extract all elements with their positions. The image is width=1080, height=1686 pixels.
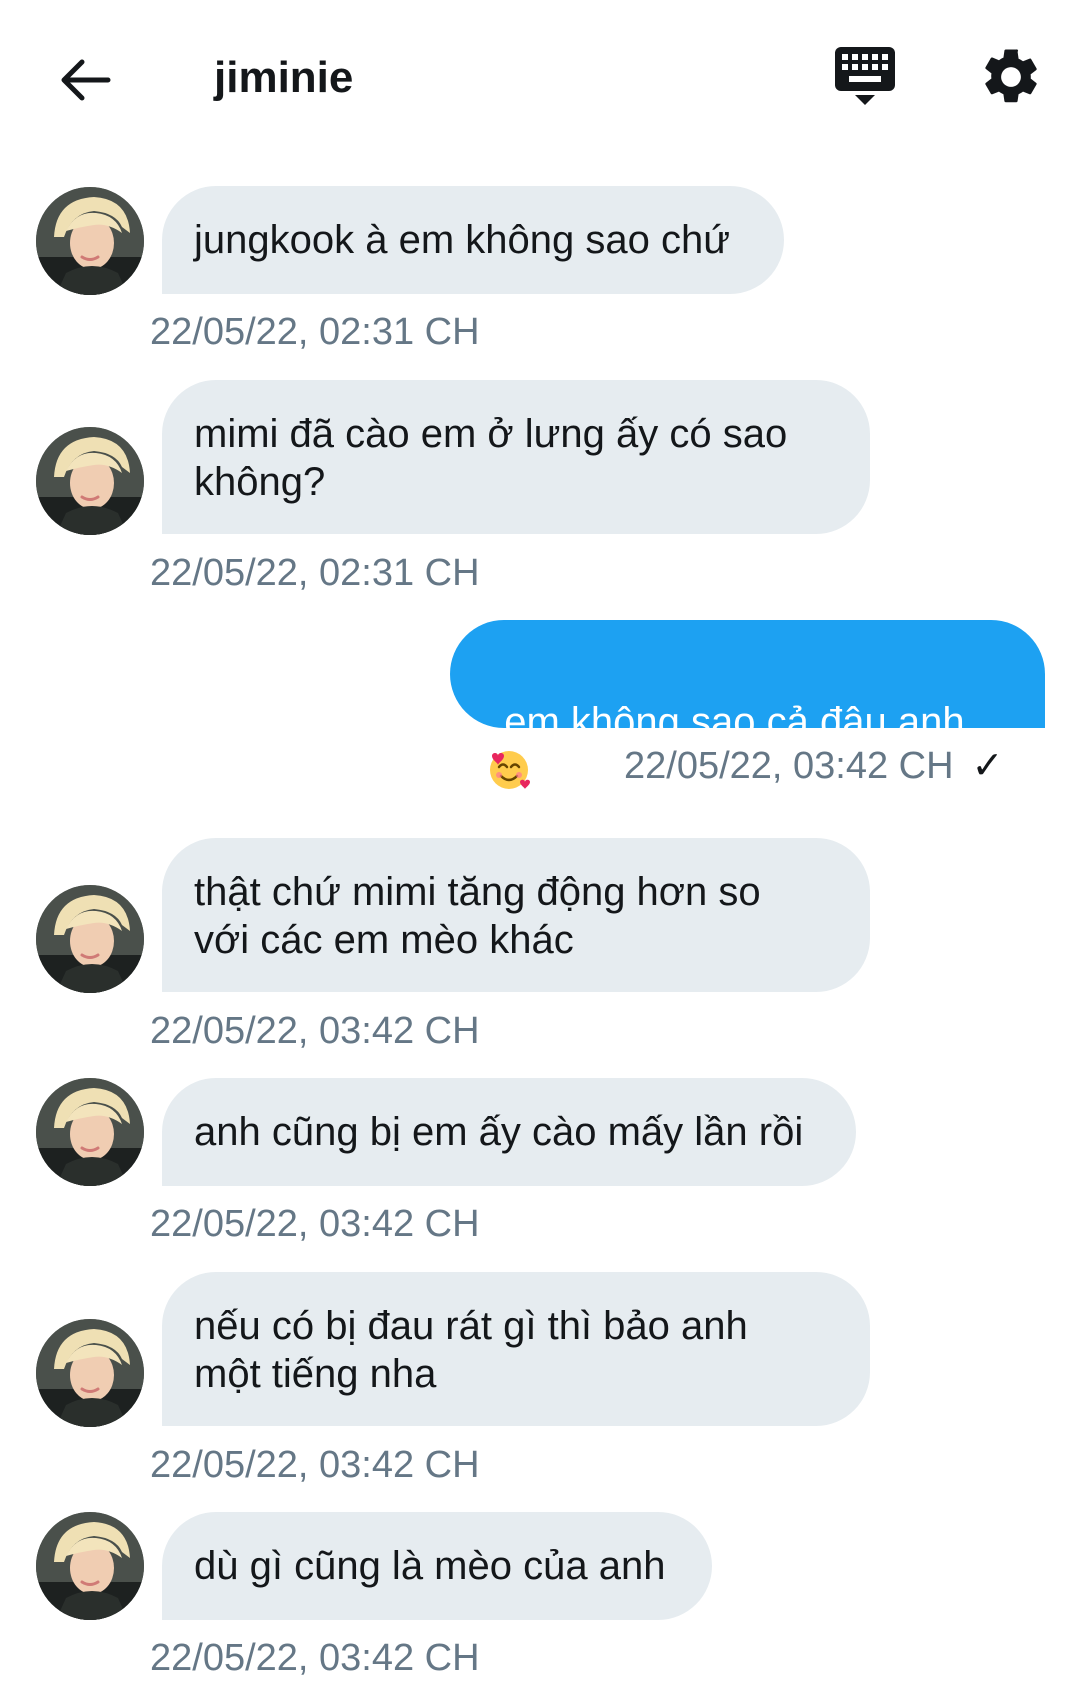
avatar-image — [36, 1319, 144, 1427]
incoming-message-bubble[interactable]: anh cũng bị em ấy cào mấy lần rồi — [162, 1078, 856, 1186]
incoming-message-bubble[interactable]: thật chứ mimi tăng động hơn so với các e… — [162, 838, 870, 992]
conversation-title: jiminie — [214, 53, 354, 102]
avatar[interactable] — [36, 885, 144, 993]
incoming-message-bubble[interactable]: jungkook à em không sao chứ — [162, 186, 784, 294]
avatar[interactable] — [36, 1078, 144, 1186]
message-timestamp-text: 22/05/22, 03:42 CH — [624, 745, 954, 787]
message-timestamp: 22/05/22, 03:42 CH — [150, 1010, 480, 1052]
message-timestamp: 22/05/22, 03:42 CH — [150, 1444, 480, 1486]
incoming-message-bubble[interactable]: mimi đã cào em ở lưng ấy có sao không? — [162, 380, 870, 534]
avatar[interactable] — [36, 1512, 144, 1620]
outgoing-message-bubble[interactable]: em không sao cả đâu anh — [450, 620, 1045, 789]
arrow-left-icon — [61, 59, 111, 101]
outgoing-message-text: em không sao cả đâu anh — [504, 700, 965, 744]
settings-button[interactable] — [978, 44, 1044, 110]
chat-header: jiminie — [0, 0, 1080, 150]
message-timestamp: 22/05/22, 02:31 CH — [150, 552, 480, 594]
avatar-image — [36, 187, 144, 295]
gear-icon — [985, 49, 1037, 103]
avatar-image — [36, 885, 144, 993]
keyboard-button[interactable] — [833, 45, 903, 115]
message-timestamp: 22/05/22, 03:42 CH ✓ — [624, 744, 1003, 788]
avatar[interactable] — [36, 427, 144, 535]
back-button[interactable] — [50, 45, 120, 115]
avatar[interactable] — [36, 187, 144, 295]
avatar[interactable] — [36, 1319, 144, 1427]
incoming-message-bubble[interactable]: dù gì cũng là mèo của anh — [162, 1512, 712, 1620]
message-timestamp: 22/05/22, 02:31 CH — [150, 311, 480, 353]
avatar-image — [36, 427, 144, 535]
smiling-face-with-hearts-emoji — [490, 751, 530, 789]
sent-checkmark-icon: ✓ — [971, 745, 1004, 787]
incoming-message-bubble[interactable]: nếu có bị đau rát gì thì bảo anh một tiế… — [162, 1272, 870, 1426]
avatar-image — [36, 1512, 144, 1620]
message-timestamp: 22/05/22, 03:42 CH — [150, 1637, 480, 1679]
keyboard-icon — [835, 47, 895, 105]
avatar-image — [36, 1078, 144, 1186]
message-timestamp: 22/05/22, 03:42 CH — [150, 1203, 480, 1245]
